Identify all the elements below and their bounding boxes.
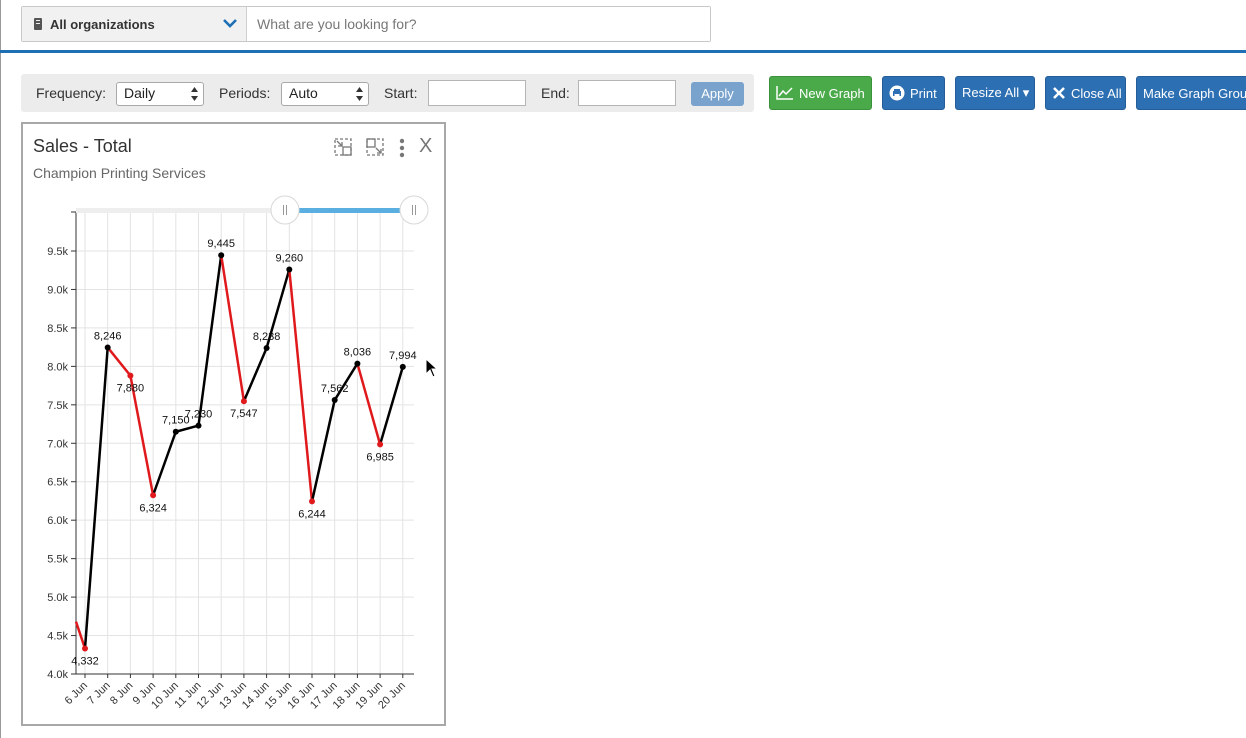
data-point: [172, 428, 179, 435]
data-point: [377, 441, 384, 448]
range-slider-handle: [399, 195, 429, 225]
search-input[interactable]: [247, 7, 710, 41]
data-point: [331, 397, 338, 404]
data-label: 8,238: [253, 331, 281, 343]
data-label: 6,324: [139, 502, 167, 514]
data-point: [195, 422, 202, 429]
search-bar: All organizations: [21, 6, 711, 42]
series-segment: [310, 398, 336, 503]
series-segment: [151, 430, 178, 497]
data-label: 7,562: [321, 383, 349, 395]
make-graph-group-button[interactable]: Make Graph Group: [1136, 76, 1246, 110]
periods-value: Auto: [289, 85, 318, 101]
header-divider: [0, 50, 1246, 53]
end-label: End:: [541, 85, 570, 101]
range-slider-handle: [270, 195, 300, 225]
x-tick-label: 8 Jun: [108, 680, 136, 708]
frequency-value: Daily: [124, 85, 156, 101]
start-date-input[interactable]: [428, 80, 526, 106]
data-point: [263, 345, 270, 352]
data-label: 8,036: [344, 347, 372, 359]
data-label: 7,880: [117, 383, 145, 395]
data-point: [218, 252, 225, 259]
y-tick-label: 5.5k: [47, 554, 68, 566]
series-segment: [83, 346, 109, 650]
y-tick-label: 4.5k: [47, 631, 68, 643]
data-label: 7,230: [185, 409, 213, 421]
make-graph-group-label: Make Graph Group: [1143, 85, 1246, 101]
periods-label: Periods:: [219, 85, 271, 101]
y-tick-label: 9.5k: [47, 246, 68, 258]
end-date-input[interactable]: [578, 80, 676, 106]
data-point: [399, 363, 406, 370]
organization-label: All organizations: [50, 16, 155, 32]
close-all-button[interactable]: Close All: [1045, 76, 1126, 110]
mouse-cursor-icon: [425, 358, 439, 378]
data-point: [309, 498, 315, 505]
series-segment: [242, 346, 268, 403]
y-tick-label: 4.0k: [47, 669, 68, 681]
left-border: [0, 0, 1, 738]
data-label: 7,994: [389, 350, 417, 362]
data-label: 7,547: [230, 408, 258, 420]
data-point: [240, 398, 247, 405]
filter-panel: Frequency: Daily Periods: Auto Start: En…: [21, 74, 754, 112]
data-label: 6,985: [366, 451, 394, 463]
y-tick-label: 8.0k: [47, 361, 68, 373]
sales-chart: 4.0k 4.5k 5.0k 5.5k 6.0k 6.5k 7.0k 7.5k 8.0k 8.5k…: [47, 195, 429, 711]
data-label: 9,445: [207, 238, 235, 250]
range-slider-selection: [285, 208, 414, 213]
close-icon: [1053, 87, 1065, 99]
y-tick-label: 6.5k: [47, 477, 68, 489]
data-point: [127, 372, 134, 379]
line-chart-icon: [776, 86, 793, 100]
resize-all-button[interactable]: Resize All ▾: [955, 76, 1035, 110]
building-icon: [34, 18, 42, 30]
start-label: Start:: [384, 85, 418, 101]
new-graph-label: New Graph: [799, 85, 865, 101]
frequency-select[interactable]: Daily: [116, 82, 204, 106]
data-point: [104, 344, 111, 351]
data-point: [150, 492, 157, 499]
frequency-label: Frequency:: [36, 85, 107, 101]
resize-all-label: Resize All ▾: [962, 85, 1030, 100]
select-arrows-icon: [191, 87, 198, 101]
series-segment: [356, 362, 382, 446]
series-segment: [197, 253, 223, 427]
y-tick-label: 8.5k: [47, 323, 68, 335]
print-icon: [889, 85, 905, 101]
print-button[interactable]: Print: [882, 76, 945, 110]
periods-select[interactable]: Auto: [281, 82, 369, 106]
apply-button[interactable]: Apply: [691, 82, 744, 106]
series-segment: [106, 346, 132, 377]
close-all-label: Close All: [1071, 85, 1122, 101]
data-point: [354, 360, 361, 367]
select-arrows-icon: [356, 87, 363, 101]
data-label: 9,260: [276, 252, 304, 264]
x-tick-label: 6 Jun: [63, 680, 91, 708]
print-label: Print: [910, 85, 937, 101]
data-point: [82, 645, 88, 652]
y-tick-label: 9.0k: [47, 284, 68, 296]
x-tick-label: 7 Jun: [85, 680, 113, 708]
data-label: 4,332: [71, 655, 99, 667]
data-label: 6,244: [298, 508, 326, 520]
data-label: 8,246: [94, 330, 122, 342]
graph-panel: Sales - Total Champion Printing Services…: [21, 122, 446, 726]
y-tick-label: 5.0k: [47, 592, 68, 604]
y-tick-label: 6.0k: [47, 515, 68, 527]
y-tick-label: 7.5k: [47, 400, 68, 412]
data-point: [286, 266, 293, 273]
new-graph-button[interactable]: New Graph: [769, 76, 872, 110]
series-segment: [378, 365, 405, 446]
series-segment: [288, 268, 314, 503]
chevron-down-icon: [223, 19, 237, 28]
organization-dropdown[interactable]: All organizations: [22, 7, 247, 41]
y-tick-label: 7.0k: [47, 438, 68, 450]
